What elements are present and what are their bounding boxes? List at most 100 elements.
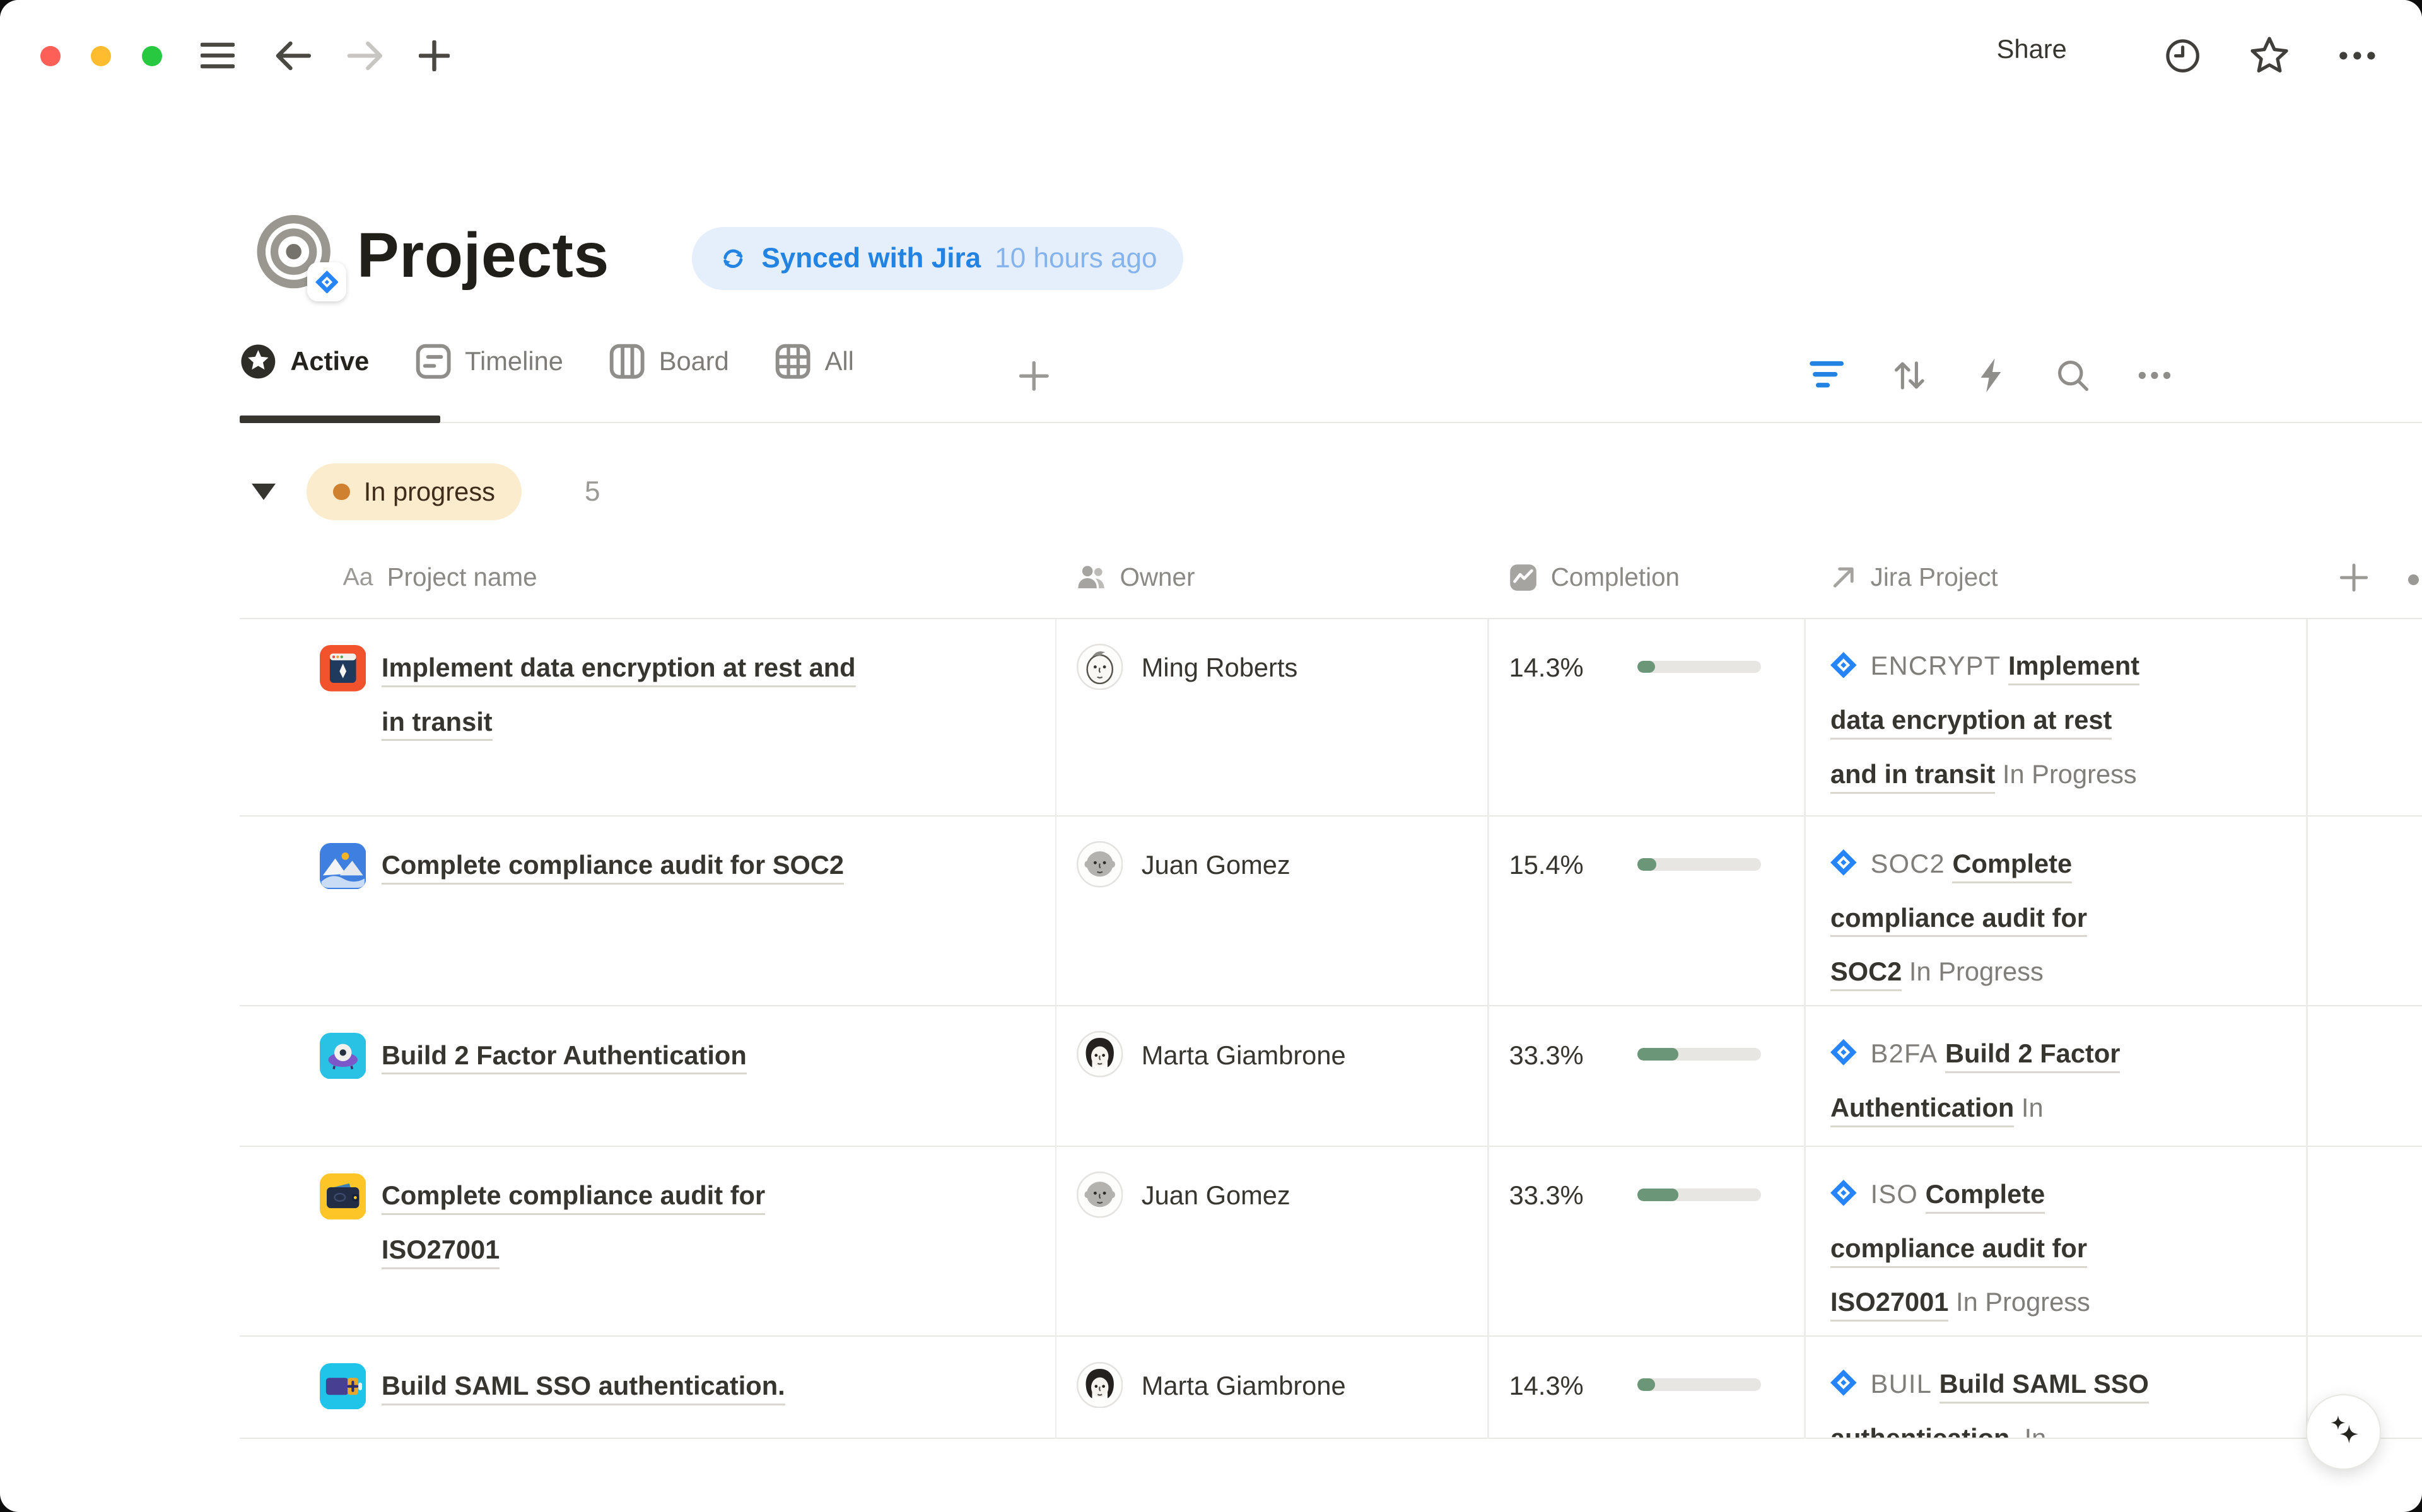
progress-bar: [1637, 1048, 1761, 1061]
collapse-group-icon[interactable]: [252, 484, 276, 500]
project-page-link[interactable]: Complete compliance audit for ISO27001: [382, 1168, 879, 1276]
cell-completion[interactable]: 14.3%: [1487, 619, 1804, 815]
progress-bar-fill: [1637, 661, 1655, 673]
table-header-row: Aa Project name Owner Completion Jira P: [240, 537, 2422, 619]
jira-project-key: B2FA: [1871, 1038, 1938, 1068]
view-more-icon[interactable]: [2135, 355, 2175, 395]
progress-bar: [1637, 661, 1761, 673]
cell-completion[interactable]: 33.3%: [1487, 1147, 1804, 1335]
jira-issue-link[interactable]: ENCRYPT Implement data encryption at res…: [1830, 639, 2151, 801]
jira-issue-link[interactable]: ISO Complete compliance audit for ISO270…: [1830, 1167, 2151, 1329]
new-tab-icon[interactable]: [412, 34, 456, 78]
filter-icon[interactable]: [1807, 355, 1847, 395]
back-icon[interactable]: [272, 34, 315, 78]
ufo-eye-cyan-icon: [320, 1033, 366, 1079]
cell-owner[interactable]: Ming Roberts: [1055, 619, 1488, 815]
search-icon[interactable]: [2053, 355, 2093, 395]
avatar: [1077, 1172, 1123, 1218]
group-status-pill[interactable]: In progress: [307, 463, 521, 521]
sync-label: Synced with Jira: [761, 243, 981, 274]
avatar: [1077, 1031, 1123, 1077]
text-property-icon: Aa: [343, 564, 373, 591]
cell-completion[interactable]: 15.4%: [1487, 817, 1804, 1005]
add-column-icon[interactable]: [2306, 564, 2422, 591]
progress-bar-fill: [1637, 1189, 1678, 1201]
group-count: 5: [585, 476, 600, 508]
minimize-window-button[interactable]: [91, 46, 111, 66]
sort-icon[interactable]: [1889, 355, 1929, 395]
column-divider: [2306, 619, 2307, 1439]
tab-label: Timeline: [465, 346, 563, 376]
wallet-yellow-icon: [320, 1173, 366, 1219]
notion-ai-button[interactable]: [2306, 1394, 2381, 1469]
sidebar-menu-icon[interactable]: [196, 34, 240, 78]
column-divider: [1804, 619, 1805, 1439]
cell-project-name: Build 2 Factor Authentication: [240, 1006, 1055, 1146]
owner-name: Juan Gomez: [1142, 838, 1290, 892]
completion-percent: 33.3%: [1509, 1180, 1584, 1210]
cell-completion[interactable]: 33.3%: [1487, 1006, 1804, 1146]
group-header: In progress 5: [252, 463, 600, 521]
completion-percent: 33.3%: [1509, 1040, 1584, 1070]
group-label: In progress: [364, 477, 495, 507]
cell-owner[interactable]: Juan Gomez: [1055, 1147, 1488, 1335]
project-page-link[interactable]: Implement data encryption at rest and in…: [382, 641, 879, 748]
cell-owner[interactable]: Marta Giambrone: [1055, 1006, 1488, 1146]
column-header-jira-project[interactable]: Jira Project: [1804, 562, 2306, 592]
updates-clock-icon[interactable]: [2161, 34, 2204, 78]
column-header-owner[interactable]: Owner: [1055, 562, 1488, 592]
jira-diamond-icon: [1830, 849, 1871, 878]
star-circle-icon: [240, 343, 277, 380]
cell-project-name: Implement data encryption at rest and in…: [240, 619, 1055, 815]
cell-jira-project: ENCRYPT Implement data encryption at res…: [1804, 619, 2306, 815]
forward-icon[interactable]: [343, 34, 387, 78]
board-icon: [609, 344, 645, 379]
add-view-icon[interactable]: [1019, 361, 1049, 391]
tab-timeline[interactable]: Timeline: [416, 344, 563, 379]
column-header-project-name[interactable]: Aa Project name: [240, 562, 1055, 592]
completion-percent: 15.4%: [1509, 850, 1584, 880]
share-button[interactable]: Share: [1997, 34, 2067, 64]
jira-issue-status: In Progress: [2003, 759, 2137, 789]
favorite-star-icon[interactable]: [2247, 34, 2291, 78]
tab-active[interactable]: Active: [240, 343, 370, 380]
external-arrow-icon: [1830, 564, 1857, 591]
battery-cyan-icon: [320, 1363, 366, 1409]
zoom-window-button[interactable]: [142, 46, 162, 66]
cell-owner[interactable]: Juan Gomez: [1055, 817, 1488, 1005]
jira-sync-badge[interactable]: Synced with Jira 10 hours ago: [692, 227, 1183, 290]
progress-bar-fill: [1637, 1378, 1655, 1391]
owner-name: Marta Giambrone: [1142, 1028, 1346, 1083]
progress-bar: [1637, 858, 1761, 871]
notion-window: Share Projects Syn: [0, 0, 2422, 1512]
timeline-icon: [416, 344, 451, 379]
project-page-link[interactable]: Build SAML SSO authentication.: [382, 1359, 785, 1413]
jira-issue-link[interactable]: B2FA Build 2 Factor Authentication In Pr…: [1830, 1026, 2151, 1147]
jira-issue-link[interactable]: SOC2 Complete compliance audit for SOC2 …: [1830, 837, 2151, 999]
close-window-button[interactable]: [40, 46, 61, 66]
view-toolbar: [1807, 355, 2175, 395]
tab-board[interactable]: Board: [609, 344, 728, 379]
cell-jira-project: BUIL Build SAML SSO authentication. In P…: [1804, 1337, 2306, 1438]
avatar: [1077, 841, 1123, 887]
avatar: [1077, 644, 1123, 690]
project-page-link[interactable]: Build 2 Factor Authentication: [382, 1028, 747, 1083]
window-titlebar: Share: [0, 0, 2422, 111]
project-page-link[interactable]: Complete compliance audit for SOC2: [382, 838, 844, 892]
avatar: [1077, 1362, 1123, 1408]
page-icon-target[interactable]: [254, 210, 337, 293]
jira-issue-status: In Progress: [1956, 1287, 2090, 1317]
active-tab-underline: [240, 416, 440, 423]
cell-completion[interactable]: 14.3%: [1487, 1337, 1804, 1438]
more-options-icon[interactable]: [2336, 34, 2379, 78]
status-dot-icon: [333, 484, 350, 501]
column-divider: [1055, 619, 1056, 1439]
progress-bar: [1637, 1378, 1761, 1391]
cell-owner[interactable]: Marta Giambrone: [1055, 1337, 1488, 1438]
chart-icon: [1509, 564, 1537, 591]
jira-issue-link[interactable]: BUIL Build SAML SSO authentication. In P…: [1830, 1357, 2151, 1439]
tab-all[interactable]: All: [775, 344, 854, 379]
table-row: Complete compliance audit for ISO27001 Ju…: [240, 1147, 2422, 1337]
automations-lightning-icon[interactable]: [1971, 355, 2011, 395]
column-header-completion[interactable]: Completion: [1487, 562, 1804, 592]
